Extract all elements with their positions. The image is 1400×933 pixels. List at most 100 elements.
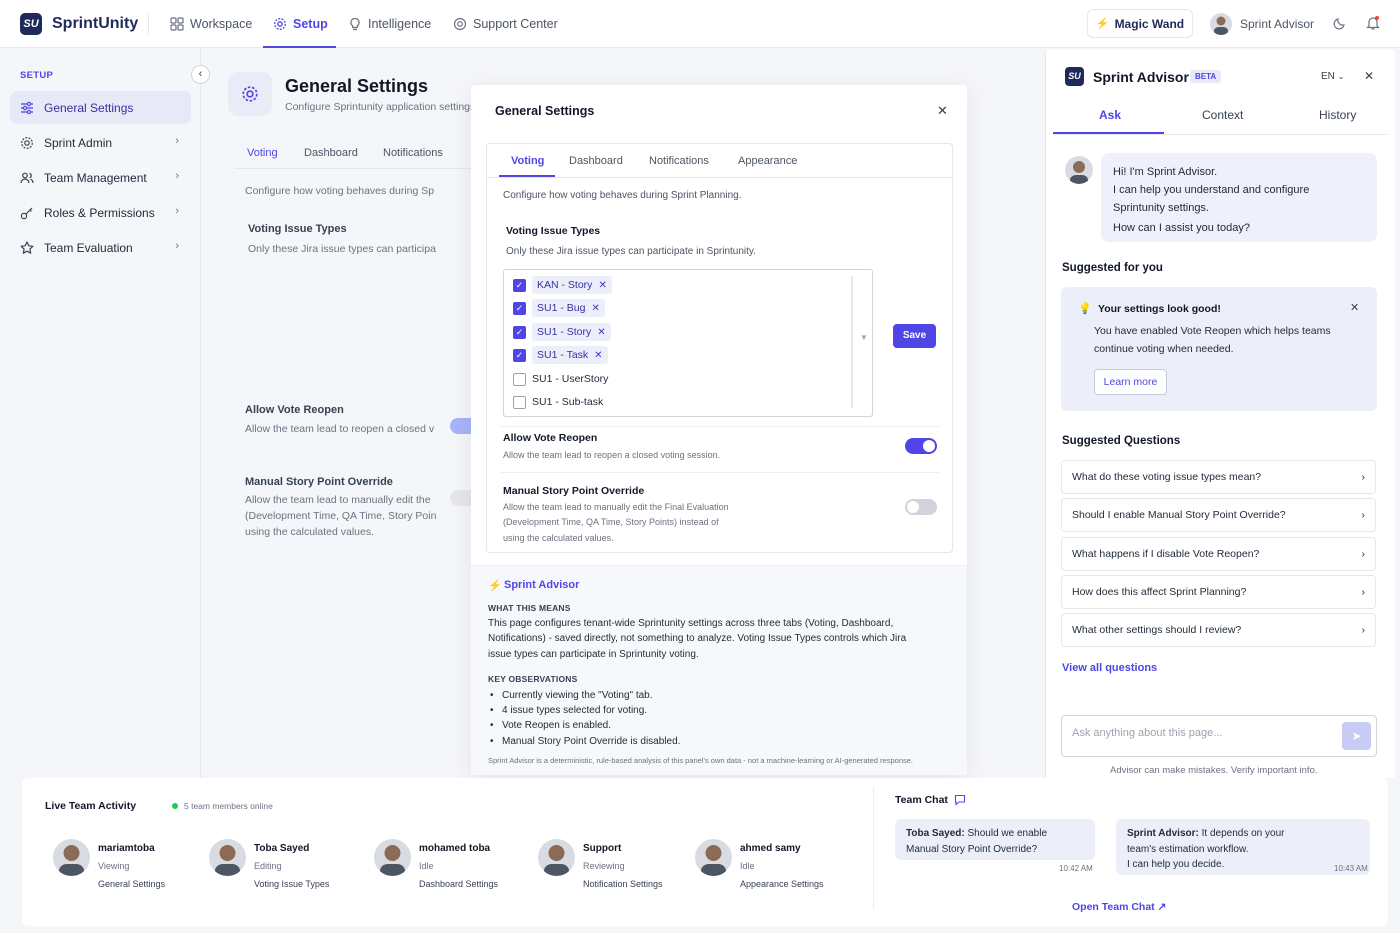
override-title: Manual Story Point Override <box>245 476 393 488</box>
tab-dashboard[interactable]: Dashboard <box>304 147 358 159</box>
member-avatar[interactable] <box>374 839 411 876</box>
view-all-questions-link[interactable]: View all questions <box>1062 662 1157 674</box>
sidebar-item-roles-permissions[interactable]: Roles & Permissions › <box>10 196 191 229</box>
bulb-icon <box>350 17 360 31</box>
message-text: team's estimation workflow. <box>1127 843 1249 855</box>
tab-dashboard[interactable]: Dashboard <box>569 155 623 167</box>
message-author: Sprint Advisor: <box>1127 828 1199 839</box>
question-label: Should I enable Manual Story Point Overr… <box>1072 509 1286 521</box>
app-logo[interactable]: SU <box>20 13 42 35</box>
suggested-question[interactable]: What other settings should I review? › <box>1061 613 1376 647</box>
checkbox-checked[interactable]: ✓ <box>513 278 526 292</box>
vote-reopen-toggle[interactable] <box>905 438 937 454</box>
tab-ask[interactable]: Ask <box>1099 108 1121 122</box>
member-page: Dashboard Settings <box>419 879 499 889</box>
suggested-question[interactable]: What happens if I disable Vote Reopen? › <box>1061 537 1376 571</box>
checkbox-checked[interactable]: ✓ <box>513 325 526 339</box>
issue-type-option[interactable]: ✓ SU1 - Bug ✕ <box>513 298 605 318</box>
tab-notifications[interactable]: Notifications <box>383 147 443 159</box>
sidebar-item-team-evaluation[interactable]: Team Evaluation › <box>10 231 191 264</box>
brand-name[interactable]: SprintUnity <box>52 15 138 33</box>
voting-issue-types-subtitle: Only these Jira issue types can particip… <box>248 243 436 255</box>
issue-type-option[interactable]: SU1 - Sub-task <box>513 392 603 412</box>
chat-message: Sprint Advisor: It depends on your team'… <box>1116 819 1370 875</box>
user-name[interactable]: Sprint Advisor <box>1240 17 1314 31</box>
magic-wand-button[interactable]: ⚡ Magic Wand <box>1087 9 1193 38</box>
member-avatar[interactable] <box>695 839 732 876</box>
moon-icon[interactable] <box>1333 16 1347 33</box>
story-point-override-toggle[interactable] <box>905 499 937 515</box>
checkbox-checked[interactable]: ✓ <box>513 348 526 362</box>
checkbox-unchecked[interactable] <box>513 372 526 386</box>
ask-input[interactable]: Ask anything about this page... <box>1061 715 1377 757</box>
message-text: I can help you decide. <box>1127 859 1225 870</box>
nav-workspace[interactable]: Workspace <box>170 12 252 48</box>
avatar[interactable] <box>1210 13 1232 35</box>
tab-voting[interactable]: Voting <box>511 155 544 167</box>
scrollbar[interactable] <box>851 276 853 408</box>
member-status: Reviewing <box>583 861 625 871</box>
checkbox-unchecked[interactable] <box>513 395 526 409</box>
voting-description: Configure how voting behaves during Spri… <box>503 190 742 201</box>
nav-intelligence[interactable]: Intelligence <box>348 12 431 48</box>
advisor-disclaimer: Advisor can make mistakes. Verify import… <box>1110 765 1318 776</box>
bell-icon[interactable] <box>1366 15 1380 34</box>
remove-icon[interactable]: ✕ <box>598 280 606 291</box>
member-page: General Settings <box>98 879 166 889</box>
tab-appearance[interactable]: Appearance <box>738 155 797 167</box>
option-label: SU1 - Sub-task <box>532 396 604 408</box>
bullet: • <box>490 705 494 716</box>
member-page: Voting Issue Types <box>254 879 330 889</box>
sidebar-item-label: General Settings <box>44 100 134 115</box>
sidebar-item-general-settings[interactable]: General Settings <box>10 91 191 124</box>
message-time: 10:43 AM <box>1334 864 1368 873</box>
questions-title: Suggested Questions <box>1062 435 1181 447</box>
member-avatar[interactable] <box>53 839 90 876</box>
send-button[interactable]: ➤ <box>1342 722 1371 750</box>
tab-history[interactable]: History <box>1319 108 1356 122</box>
nav-support-center[interactable]: Support Center <box>453 12 558 48</box>
tab-voting[interactable]: Voting <box>247 147 278 159</box>
sidebar-item-sprint-admin[interactable]: Sprint Admin › <box>10 126 191 159</box>
checkbox-checked[interactable]: ✓ <box>513 301 526 315</box>
nav-setup[interactable]: Setup <box>263 12 336 48</box>
selected-chip: KAN - Story ✕ <box>532 276 612 294</box>
suggested-question[interactable]: Should I enable Manual Story Point Overr… <box>1061 498 1376 532</box>
issue-type-option[interactable]: ✓ SU1 - Task ✕ <box>513 345 608 365</box>
close-icon[interactable]: ✕ <box>937 103 948 119</box>
page-description: Configure how voting behaves during Sp <box>245 185 435 197</box>
issue-type-option[interactable]: ✓ SU1 - Story ✕ <box>513 322 611 342</box>
member-avatar[interactable] <box>209 839 246 876</box>
nav-label: Support Center <box>473 17 558 31</box>
greeting-message: Hi! I'm Sprint Advisor. I can help you u… <box>1101 153 1377 242</box>
observation: Currently viewing the "Voting" tab. <box>502 690 653 701</box>
suggested-question[interactable]: What do these voting issue types mean? › <box>1061 460 1376 494</box>
sidebar-item-team-management[interactable]: Team Management › <box>10 161 191 194</box>
close-icon[interactable]: ✕ <box>1350 301 1359 314</box>
chevron-right-icon: › <box>175 240 179 252</box>
star-icon <box>20 240 34 254</box>
tab-notifications[interactable]: Notifications <box>649 155 709 167</box>
collapse-sidebar-button[interactable]: ‹ <box>191 65 210 84</box>
member-name: ahmed samy <box>740 843 801 854</box>
chip-label: SU1 - Task <box>537 349 589 361</box>
issue-type-option[interactable]: ✓ KAN - Story ✕ <box>513 275 612 295</box>
learn-more-button[interactable]: Learn more <box>1094 369 1167 395</box>
remove-icon[interactable]: ✕ <box>591 303 599 314</box>
language-select[interactable]: EN ⌄ <box>1321 71 1344 82</box>
member-status: Idle <box>419 861 434 871</box>
remove-icon[interactable]: ✕ <box>597 327 605 338</box>
remove-icon[interactable]: ✕ <box>594 350 602 361</box>
chip-label: SU1 - Bug <box>537 302 586 314</box>
open-team-chat-link[interactable]: Open Team Chat ↗ <box>1072 901 1166 913</box>
chevron-right-icon: › <box>175 205 179 217</box>
suggested-question[interactable]: How does this affect Sprint Planning? › <box>1061 575 1376 609</box>
chat-icon <box>954 794 966 809</box>
nav-label: Workspace <box>190 17 253 31</box>
save-button[interactable]: Save <box>893 324 936 348</box>
tab-context[interactable]: Context <box>1202 108 1243 122</box>
member-avatar[interactable] <box>538 839 575 876</box>
dropdown-arrow-icon[interactable]: ▼ <box>860 333 868 342</box>
issue-type-option[interactable]: SU1 - UserStory <box>513 369 608 389</box>
close-icon[interactable]: ✕ <box>1364 69 1374 83</box>
